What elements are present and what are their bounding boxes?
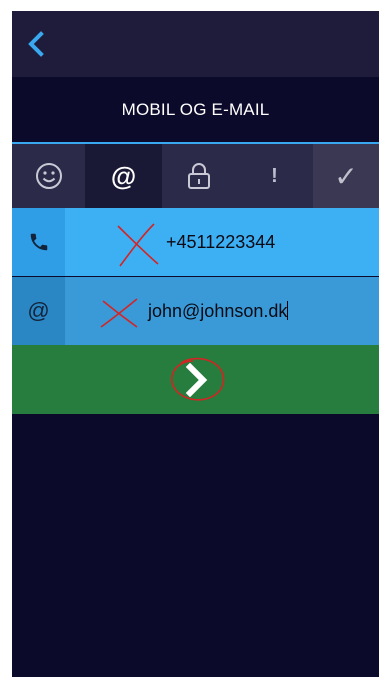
tab-profile[interactable] xyxy=(12,144,85,208)
email-row: @ john@johnson.dk xyxy=(12,277,379,345)
checkmark-icon: ✓ xyxy=(334,160,358,192)
phone-field[interactable]: +4511223344 xyxy=(65,208,379,276)
chevron-right-icon xyxy=(185,362,207,397)
phone-icon xyxy=(30,233,47,251)
next-bar xyxy=(12,345,379,414)
top-bar xyxy=(12,11,379,77)
lock-icon xyxy=(188,163,210,189)
red-x-annotation xyxy=(117,223,159,267)
text-caret xyxy=(287,300,289,320)
back-button[interactable] xyxy=(22,29,52,59)
app-screen: MOBIL OG E-MAIL @ ! ✓ +4511223344 @ john… xyxy=(12,11,379,677)
at-icon: @ xyxy=(27,298,50,323)
email-field[interactable]: john@johnson.dk xyxy=(65,277,379,345)
email-value: john@johnson.dk xyxy=(148,300,288,321)
tab-contact[interactable]: @ xyxy=(85,144,162,208)
at-icon: @ xyxy=(110,160,137,191)
page-title: MOBIL OG E-MAIL xyxy=(121,100,270,119)
email-value-wrap: john@johnson.dk xyxy=(148,300,289,322)
phone-value: +4511223344 xyxy=(166,231,276,252)
chevron-left-icon xyxy=(28,31,44,57)
tab-terms[interactable]: ! xyxy=(236,144,313,208)
step-tabs: @ ! ✓ xyxy=(12,142,379,208)
email-icon-cell: @ xyxy=(12,277,65,345)
tab-confirm[interactable]: ✓ xyxy=(313,144,379,208)
exclamation-icon: ! xyxy=(271,164,278,187)
phone-icon-cell xyxy=(12,208,65,276)
title-bar: MOBIL OG E-MAIL xyxy=(12,77,379,143)
smiley-icon xyxy=(35,163,62,189)
red-x-annotation xyxy=(100,298,138,328)
next-button[interactable] xyxy=(161,353,231,407)
tab-password[interactable] xyxy=(162,144,236,208)
phone-row: +4511223344 xyxy=(12,208,379,276)
